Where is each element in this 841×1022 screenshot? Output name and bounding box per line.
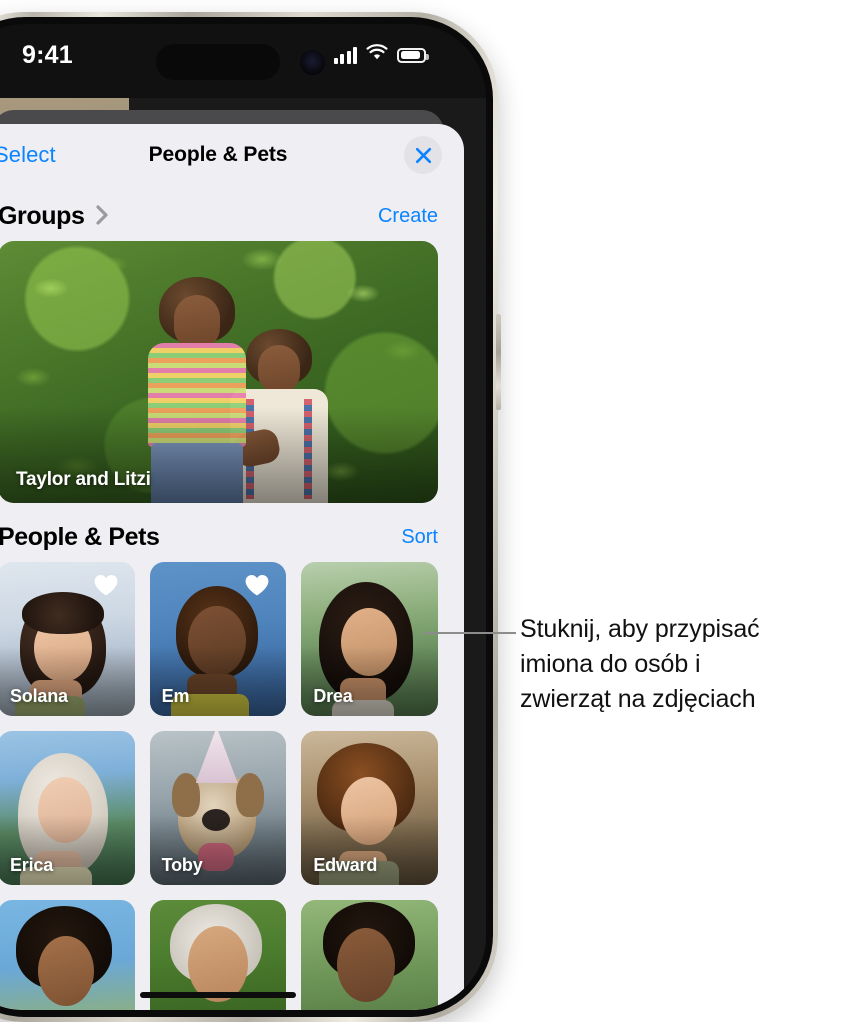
iphone-device-frame: 9:41 Select People & Pets Groups Create … <box>0 12 501 1022</box>
close-x-icon <box>414 146 433 165</box>
person-portrait <box>301 900 438 1010</box>
person-tile-partial[interactable] <box>301 900 438 1010</box>
status-bar-indicators <box>333 44 429 66</box>
person-portrait <box>0 900 135 1010</box>
front-camera-icon <box>300 50 325 75</box>
cellular-signal-icon <box>333 47 357 64</box>
person-tile-em[interactable]: Em <box>149 562 287 716</box>
callout-leader-line <box>424 632 516 634</box>
person-name: Em <box>161 686 190 706</box>
person-tile-partial[interactable] <box>0 900 135 1010</box>
phone-screen: 9:41 Select People & Pets Groups Create … <box>0 24 486 1010</box>
status-bar-time: 9:41 <box>22 41 73 69</box>
sheet-scroll-body[interactable]: Groups Create Taylor and Litzi People & … <box>0 188 464 1010</box>
person-name: Erica <box>10 855 54 875</box>
battery-icon <box>397 47 429 63</box>
chevron-right-icon <box>95 204 110 231</box>
groups-title: Groups <box>0 202 85 230</box>
close-button[interactable] <box>404 136 442 174</box>
person-name: Drea <box>313 686 353 706</box>
people-and-pets-sheet: Select People & Pets Groups Create Taylo… <box>0 124 464 1010</box>
groups-section-header: Groups Create <box>0 188 464 241</box>
home-indicator <box>140 992 296 998</box>
group-caption: Taylor and Litzi <box>16 469 151 490</box>
heart-icon[interactable] <box>244 573 270 602</box>
pet-name: Toby <box>161 855 203 875</box>
heart-icon[interactable] <box>93 573 119 602</box>
person-tile-drea[interactable]: Drea <box>301 562 438 716</box>
sort-button[interactable]: Sort <box>401 526 438 549</box>
dynamic-island <box>156 44 280 80</box>
create-group-button[interactable]: Create <box>378 205 438 228</box>
callout-text: Stuknij, aby przypisać imiona do osób i … <box>520 615 760 713</box>
power-button[interactable] <box>496 314 501 410</box>
person-tile-edward[interactable]: Edward <box>301 731 438 885</box>
people-grid: Solana Em Drea Erica Toby Edward <box>0 562 438 1010</box>
group-photo-card[interactable]: Taylor and Litzi <box>0 241 438 503</box>
person-tile-solana[interactable]: Solana <box>0 562 135 716</box>
sheet-header: Select People & Pets <box>0 124 464 188</box>
people-section-title: People & Pets <box>0 523 160 551</box>
groups-title-group[interactable]: Groups <box>0 202 110 231</box>
people-section-header: People & Pets Sort <box>0 503 464 562</box>
wifi-icon <box>366 44 388 66</box>
pet-tile-toby[interactable]: Toby <box>149 731 287 885</box>
person-name: Edward <box>313 855 378 875</box>
person-name: Solana <box>10 686 68 706</box>
person-tile-erica[interactable]: Erica <box>0 731 135 885</box>
sheet-title: People & Pets <box>148 143 288 166</box>
